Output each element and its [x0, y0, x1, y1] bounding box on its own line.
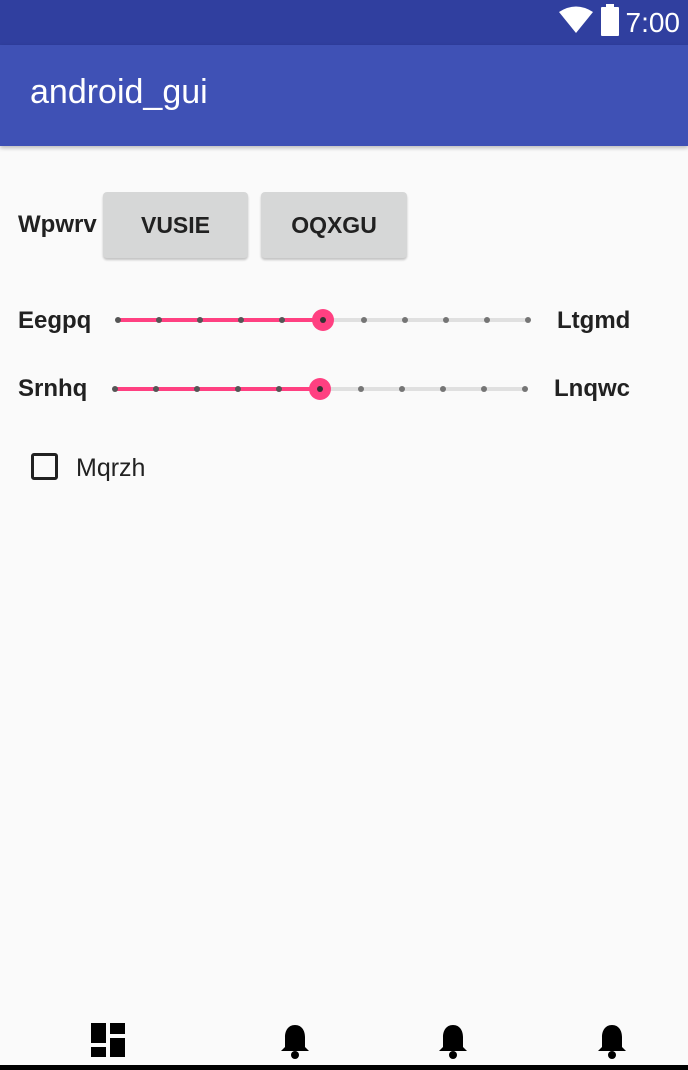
- bottom-divider: [0, 1065, 688, 1070]
- slider-tick: [153, 386, 159, 392]
- vusie-button[interactable]: VUSIE: [103, 192, 248, 258]
- slider-tick: [112, 386, 118, 392]
- slider-1[interactable]: [108, 300, 538, 340]
- oqxgu-button[interactable]: OQXGU: [261, 192, 407, 258]
- slider-tick: [361, 317, 367, 323]
- slider-tick: [276, 386, 282, 392]
- nav-notifications-3[interactable]: [582, 1023, 642, 1063]
- checkbox-label: Mqrzh: [76, 454, 146, 482]
- slider-tick: [194, 386, 200, 392]
- button-row-label: Wpwrv: [18, 211, 97, 238]
- notifications-icon: [596, 1023, 628, 1063]
- nav-notifications-2[interactable]: [423, 1023, 483, 1063]
- nav-dashboard[interactable]: [78, 1023, 138, 1063]
- slider-tick: [481, 386, 487, 392]
- slider-2-left-label: Srnhq: [18, 375, 88, 402]
- slider-2-right-label: Lnqwc: [554, 375, 630, 402]
- slider-tick: [156, 317, 162, 323]
- app-bar: android_gui: [0, 45, 688, 146]
- slider-tick: [197, 317, 203, 323]
- status-bar: 7:00: [0, 0, 688, 45]
- status-time: 7:00: [625, 6, 681, 38]
- notifications-icon: [437, 1023, 469, 1063]
- wifi-icon: [558, 5, 594, 40]
- slider-tick: [399, 386, 405, 392]
- slider-1-left-label: Eegpq: [18, 307, 92, 334]
- app-title: android_gui: [30, 73, 208, 111]
- slider-thumb-dot: [320, 317, 326, 323]
- bottom-nav: [0, 1015, 688, 1070]
- nav-notifications-1[interactable]: [265, 1023, 325, 1063]
- slider-tick: [235, 386, 241, 392]
- slider-tick: [238, 317, 244, 323]
- status-icons: 7:00: [558, 0, 681, 45]
- slider-tick: [443, 317, 449, 323]
- slider-tick: [522, 386, 528, 392]
- notifications-icon: [279, 1023, 311, 1063]
- slider-tick: [115, 317, 121, 323]
- dashboard-icon: [91, 1023, 125, 1063]
- slider-thumb-dot: [317, 386, 323, 392]
- slider-tick: [440, 386, 446, 392]
- slider-tick: [525, 317, 531, 323]
- mqrzh-checkbox[interactable]: [31, 453, 58, 480]
- slider-tick: [358, 386, 364, 392]
- slider-tick: [484, 317, 490, 323]
- slider-1-right-label: Ltgmd: [557, 307, 631, 334]
- slider-tick: [402, 317, 408, 323]
- slider-2[interactable]: [105, 369, 535, 409]
- battery-icon: [600, 4, 620, 41]
- slider-tick: [279, 317, 285, 323]
